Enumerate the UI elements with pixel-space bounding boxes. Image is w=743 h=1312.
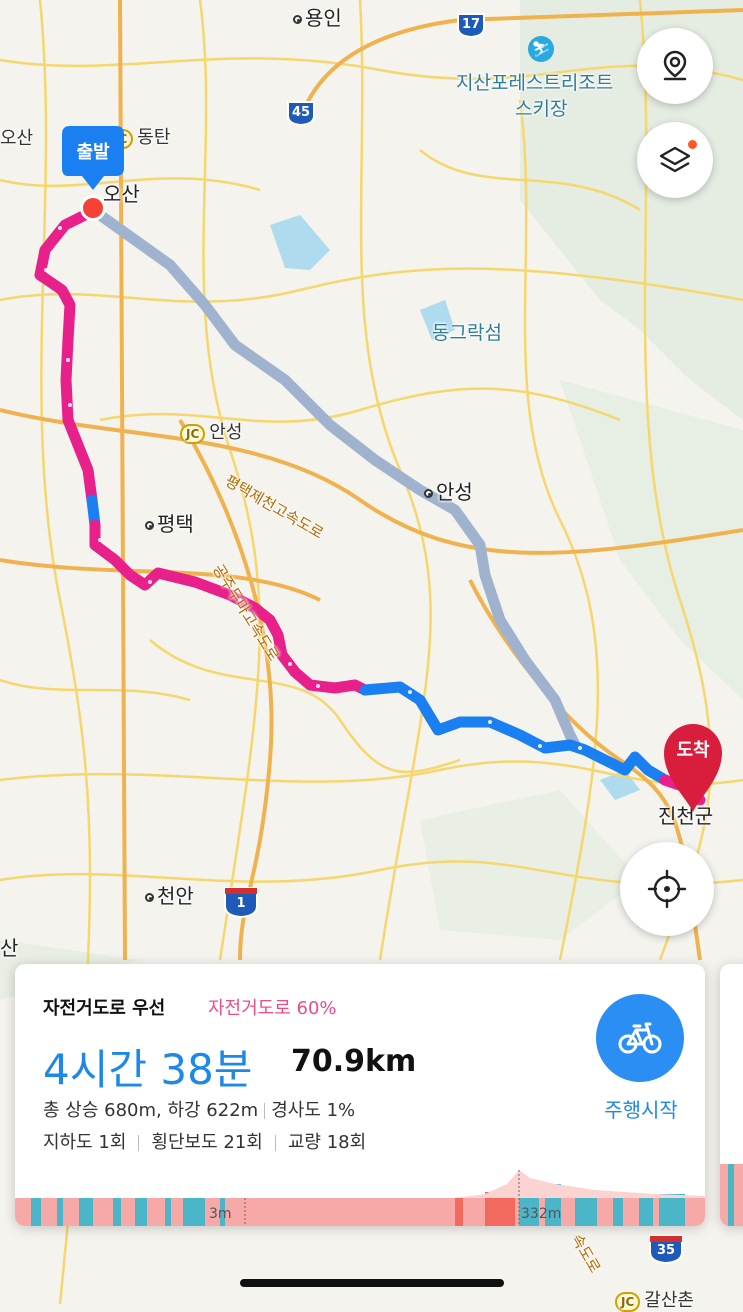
next-route-card[interactable] [720, 964, 743, 1226]
start-marker[interactable]: 출발 [60, 124, 126, 224]
end-marker[interactable]: 도착 [660, 720, 726, 816]
route-duration: 4시간 38분 [43, 1045, 253, 1094]
place-label-anseong: 안성 [424, 476, 473, 505]
map-pin-icon [663, 50, 687, 81]
start-ride-button[interactable] [596, 994, 684, 1082]
place-label-jisan-resort: 지산포레스트리조트 [456, 72, 614, 94]
crosswalk-count: 횡단보도 21회 [151, 1132, 263, 1153]
bridge-count: 교량 18회 [287, 1132, 367, 1153]
elevation-gain-loss: 총 상승 680m, 하강 622m [43, 1100, 259, 1121]
ski-icon: ⛷ [528, 36, 554, 62]
place-label-gasa: JC 갈산촌 [615, 1286, 694, 1312]
notification-dot [688, 140, 697, 149]
current-location-button[interactable] [620, 842, 714, 936]
home-indicator[interactable] [240, 1279, 504, 1287]
end-marker-label: 도착 [676, 740, 710, 761]
route-option-title: 자전거도로 우선 [43, 998, 166, 1019]
elevation-stats: 총 상승 680m, 하강 622m 경사도 1% [43, 1096, 355, 1122]
place-label-anseong-jc: JC 안성 [180, 418, 242, 444]
crossing-stats: 지하도 1회 횡단보도 21회 교량 18회 [43, 1128, 366, 1154]
elevation-max-label: 332m [521, 1206, 562, 1222]
highway-shield-1: 1 [223, 886, 259, 922]
place-label-pyeongtaek: 평택 [145, 508, 194, 537]
layers-icon [659, 146, 691, 173]
place-label-yongin: 용인 [293, 2, 342, 31]
route-summary-card[interactable]: 자전거도로 우선 자전거도로 60% 4시간 38분 70.9km 총 상승 6… [15, 964, 705, 1226]
place-label-osan-left: 오산 [0, 128, 34, 149]
route-distance: 70.9km [291, 1044, 417, 1079]
place-label-donggeuraksum: 동그락섬 [432, 322, 502, 344]
layers-button[interactable] [637, 122, 713, 198]
bike-lane-ratio: 자전거도로 60% [208, 998, 337, 1019]
bicycle-icon [618, 1022, 662, 1054]
crosshair-icon [647, 869, 687, 909]
elevation-profile: 3m 332m [15, 1160, 705, 1226]
place-label-ski-area: 스키장 [515, 98, 568, 120]
underpass-count: 지하도 1회 [43, 1132, 127, 1153]
map-pin-button[interactable] [637, 28, 713, 104]
highway-shield-45: 45 [286, 100, 316, 130]
highway-shield-35: 35 [648, 1234, 684, 1268]
elevation-min-label: 3m [209, 1206, 232, 1222]
place-label-san: 산 [0, 936, 19, 960]
highway-shield-17: 17 [456, 12, 486, 42]
slope-value: 경사도 1% [271, 1100, 356, 1121]
start-ride-label[interactable]: 주행시작 [585, 1094, 697, 1123]
place-label-cheonan: 천안 [145, 880, 194, 909]
start-marker-label: 출발 [76, 142, 110, 163]
